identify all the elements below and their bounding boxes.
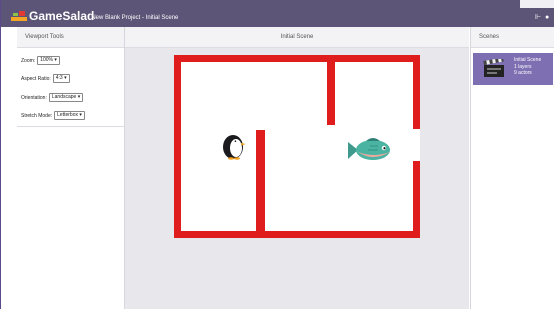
app-logo-text: GameSalad xyxy=(29,9,95,23)
scenes-panel: Scenes Initial Scene 1 layers 9 actors xyxy=(470,27,554,309)
wall-left[interactable] xyxy=(174,55,181,238)
wall-right-upper[interactable] xyxy=(413,55,420,129)
wall-bottom[interactable] xyxy=(174,231,420,238)
clapperboard-icon xyxy=(483,59,504,77)
scene-editor: Initial Scene xyxy=(125,27,469,309)
title-bar: GameSalad / New Blank Project - Initial … xyxy=(1,0,469,27)
scene-card-actors: 9 actors xyxy=(514,70,532,76)
fish-actor[interactable] xyxy=(348,136,394,164)
breadcrumb: / New Blank Project - Initial Scene xyxy=(88,15,179,21)
scene-card-text: Initial Scene 1 layers 9 actors xyxy=(514,57,541,77)
scene-card-name: Initial Scene xyxy=(514,57,542,63)
zoom-row: Zoom: 100% xyxy=(21,56,60,65)
zoom-select[interactable]: 100% xyxy=(37,56,60,65)
orientation-select[interactable]: Landscape xyxy=(48,93,84,102)
aspect-ratio-label: Aspect Ratio: xyxy=(21,75,51,82)
gamesalad-logo-icon xyxy=(11,11,27,21)
viewport-tools-panel: Viewport Tools Zoom: 100% Aspect Ratio: … xyxy=(17,27,125,309)
stretch-mode-label: Stretch Mode: xyxy=(21,112,53,119)
window-controls[interactable]: ⊩ ● xyxy=(535,13,550,21)
scenes-title: Scenes xyxy=(471,27,554,48)
panel-divider xyxy=(17,126,124,127)
orientation-row: Orientation: Landscape xyxy=(21,93,84,102)
aspect-ratio-select[interactable]: 4:3 xyxy=(52,74,70,83)
scene-card[interactable]: Initial Scene 1 layers 9 actors xyxy=(473,53,553,85)
stretch-mode-row: Stretch Mode: Letterbox xyxy=(21,111,85,120)
orientation-label: Orientation: xyxy=(21,94,47,101)
penguin-actor[interactable] xyxy=(222,132,246,160)
title-bar-corner xyxy=(520,0,554,8)
aspect-ratio-row: Aspect Ratio: 4:3 xyxy=(21,74,70,83)
viewport-tools-title: Viewport Tools xyxy=(17,27,124,48)
window-border xyxy=(0,0,1,309)
zoom-label: Zoom: xyxy=(21,57,36,64)
scene-title: Initial Scene xyxy=(125,27,469,48)
wall-inner-upper[interactable] xyxy=(327,55,335,125)
wall-right-lower[interactable] xyxy=(413,161,420,238)
scene-stage[interactable] xyxy=(174,55,420,238)
stretch-mode-select[interactable]: Letterbox xyxy=(54,111,85,120)
wall-inner-lower[interactable] xyxy=(256,130,265,238)
wall-top[interactable] xyxy=(174,55,420,62)
